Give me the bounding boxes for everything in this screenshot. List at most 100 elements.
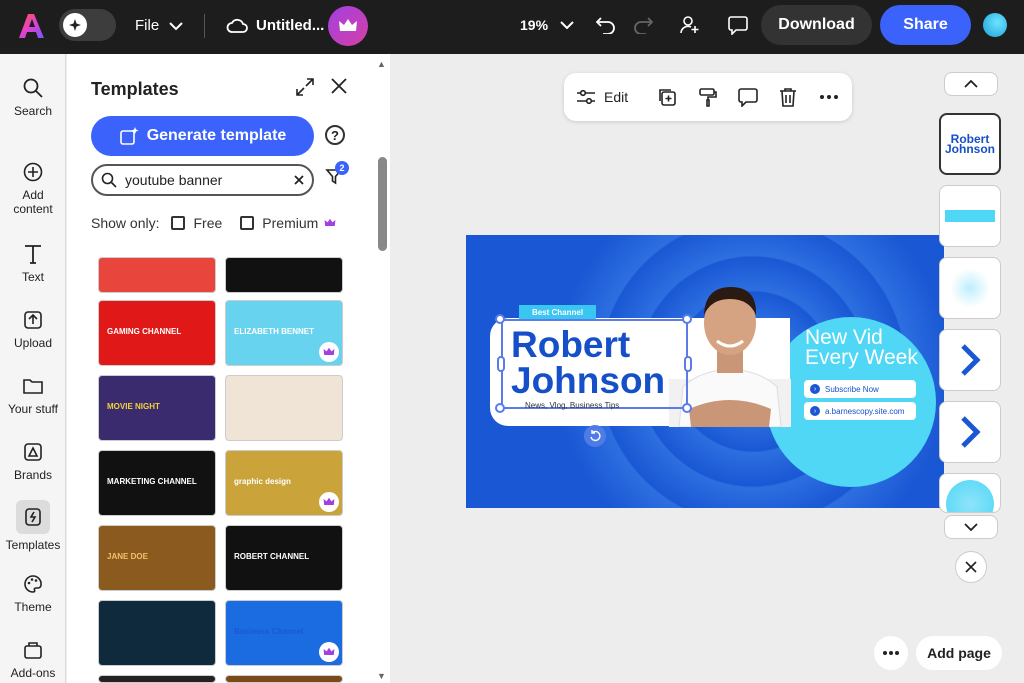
help-icon[interactable]: ? (325, 125, 345, 145)
rail-item-search[interactable]: Search (0, 76, 66, 118)
zoom-control[interactable]: 19% (520, 17, 574, 33)
template-card-title: MARKETING CHANNEL (107, 477, 197, 486)
template-card-title: ROBERT CHANNEL (234, 552, 310, 561)
premium-checkbox[interactable] (240, 216, 255, 230)
best-channel-badge[interactable]: Best Channel (519, 305, 596, 319)
generate-template-button[interactable]: Generate template (91, 116, 314, 156)
template-card[interactable]: Business Channel (225, 600, 343, 666)
template-card[interactable]: ROBERT CHANNEL (225, 525, 343, 591)
file-menu[interactable]: File (135, 17, 183, 34)
avatar[interactable] (983, 13, 1007, 37)
name-text-box[interactable]: Robert Johnson News, Vlog, Business Tips (501, 319, 688, 410)
template-card[interactable] (98, 257, 216, 293)
subscribe-pill[interactable]: › Subscribe Now (804, 380, 916, 398)
sliders-icon (577, 89, 595, 105)
resize-handle-tr[interactable] (682, 314, 692, 324)
redo-icon[interactable] (631, 13, 655, 37)
template-card[interactable]: JANE DOE (98, 525, 216, 591)
template-card[interactable]: GAMING CHANNEL (98, 300, 216, 366)
resize-handle-br[interactable] (682, 403, 692, 413)
template-card-title: graphic design (234, 477, 291, 486)
rail-item-addons[interactable]: Add-ons (0, 638, 66, 680)
template-card-title: GAMING CHANNEL (107, 327, 182, 336)
template-search-input[interactable]: youtube banner (91, 164, 314, 196)
template-card[interactable]: MARKETING CHANNEL (98, 450, 216, 516)
rotate-icon[interactable] (584, 425, 606, 447)
page-thumbnail-5[interactable] (939, 401, 1001, 463)
rail-item-theme[interactable]: Theme (0, 572, 66, 614)
premium-crown-button[interactable] (328, 6, 368, 46)
resize-handle-tl[interactable] (495, 314, 505, 324)
search-icon (21, 76, 45, 100)
edit-label: Edit (604, 89, 629, 105)
page-thumbnail-2[interactable] (939, 185, 1001, 247)
page-thumbnail-1[interactable]: Robert Johnson (939, 113, 1001, 175)
arrow-icon: › (810, 406, 820, 416)
plus-circle-icon (21, 160, 45, 184)
template-card[interactable] (225, 675, 343, 683)
undo-icon[interactable] (594, 13, 618, 37)
crown-icon (319, 642, 339, 662)
download-button[interactable]: Download (761, 5, 872, 45)
rail-item-text[interactable]: Text (0, 242, 66, 284)
resize-handle-right[interactable] (684, 356, 692, 372)
free-checkbox[interactable] (171, 216, 186, 230)
arrow-icon: › (810, 384, 820, 394)
headline[interactable]: New Vid Every Week (805, 327, 918, 368)
paint-roller-icon[interactable] (697, 85, 719, 109)
resize-handle-left[interactable] (497, 356, 505, 372)
chevron-down-icon (169, 21, 183, 30)
close-icon[interactable] (330, 77, 348, 100)
rail-label: Add-ons (10, 666, 56, 680)
template-card[interactable]: graphic design (225, 450, 343, 516)
template-card[interactable] (98, 600, 216, 666)
rail-item-upload[interactable]: Upload (0, 308, 66, 350)
adobe-express-logo[interactable] (18, 12, 44, 40)
ai-toggle[interactable] (59, 9, 116, 41)
page-thumbnail-4[interactable] (939, 329, 1001, 391)
more-options-icon[interactable] (818, 85, 840, 109)
rail-item-templates[interactable]: Templates (0, 500, 66, 552)
rail-item-add-content[interactable]: Add content (0, 160, 66, 216)
rail-item-brands[interactable]: Brands (0, 440, 66, 482)
design-canvas[interactable]: Best Channel Robert Johnson News, Vlog, … (466, 235, 944, 508)
resize-handle-bl[interactable] (495, 403, 505, 413)
page-thumbnail-6[interactable] (939, 473, 1001, 513)
chevron-down-icon (964, 523, 978, 531)
template-card[interactable] (98, 675, 216, 683)
page-thumbnail-3[interactable] (939, 257, 1001, 319)
close-pages-icon[interactable] (955, 551, 987, 583)
text-icon (21, 242, 45, 266)
scroll-down-arrow[interactable]: ▼ (377, 671, 386, 681)
template-card-title: JANE DOE (107, 552, 148, 561)
comment-icon[interactable] (726, 13, 750, 37)
more-pages-options-button[interactable] (874, 636, 908, 670)
edit-button[interactable]: Edit (576, 89, 628, 105)
add-page-button[interactable]: Add page (916, 636, 1002, 670)
clear-icon[interactable] (294, 175, 304, 185)
zoom-level: 19% (520, 17, 549, 33)
invite-icon[interactable] (678, 13, 702, 37)
scrollbar-thumb[interactable] (378, 157, 387, 251)
template-card[interactable]: MOVIE NIGHT (98, 375, 216, 441)
chevron-right-icon (961, 344, 981, 376)
search-value: youtube banner (125, 172, 223, 188)
pages-scroll-down[interactable] (944, 515, 998, 539)
website-pill[interactable]: › a.barnescopy.site.com (804, 402, 916, 420)
crown-icon (319, 492, 339, 512)
share-button[interactable]: Share (880, 5, 971, 45)
template-card[interactable] (225, 375, 343, 441)
comment-icon[interactable] (737, 85, 759, 109)
document-title[interactable]: Untitled... (226, 17, 324, 34)
tagline: News, Vlog, Business Tips (525, 401, 620, 410)
template-card-title: MOVIE NIGHT (107, 402, 160, 411)
expand-icon[interactable] (295, 77, 315, 102)
pages-scroll-up[interactable] (944, 72, 998, 96)
template-card[interactable]: ELIZABETH BENNET (225, 300, 343, 366)
template-card[interactable] (225, 257, 343, 293)
rail-item-your-stuff[interactable]: Your stuff (0, 374, 66, 416)
scroll-up-arrow[interactable]: ▲ (377, 59, 386, 69)
trash-icon[interactable] (777, 85, 799, 109)
first-name: Robert (511, 324, 631, 365)
duplicate-icon[interactable] (656, 85, 678, 109)
